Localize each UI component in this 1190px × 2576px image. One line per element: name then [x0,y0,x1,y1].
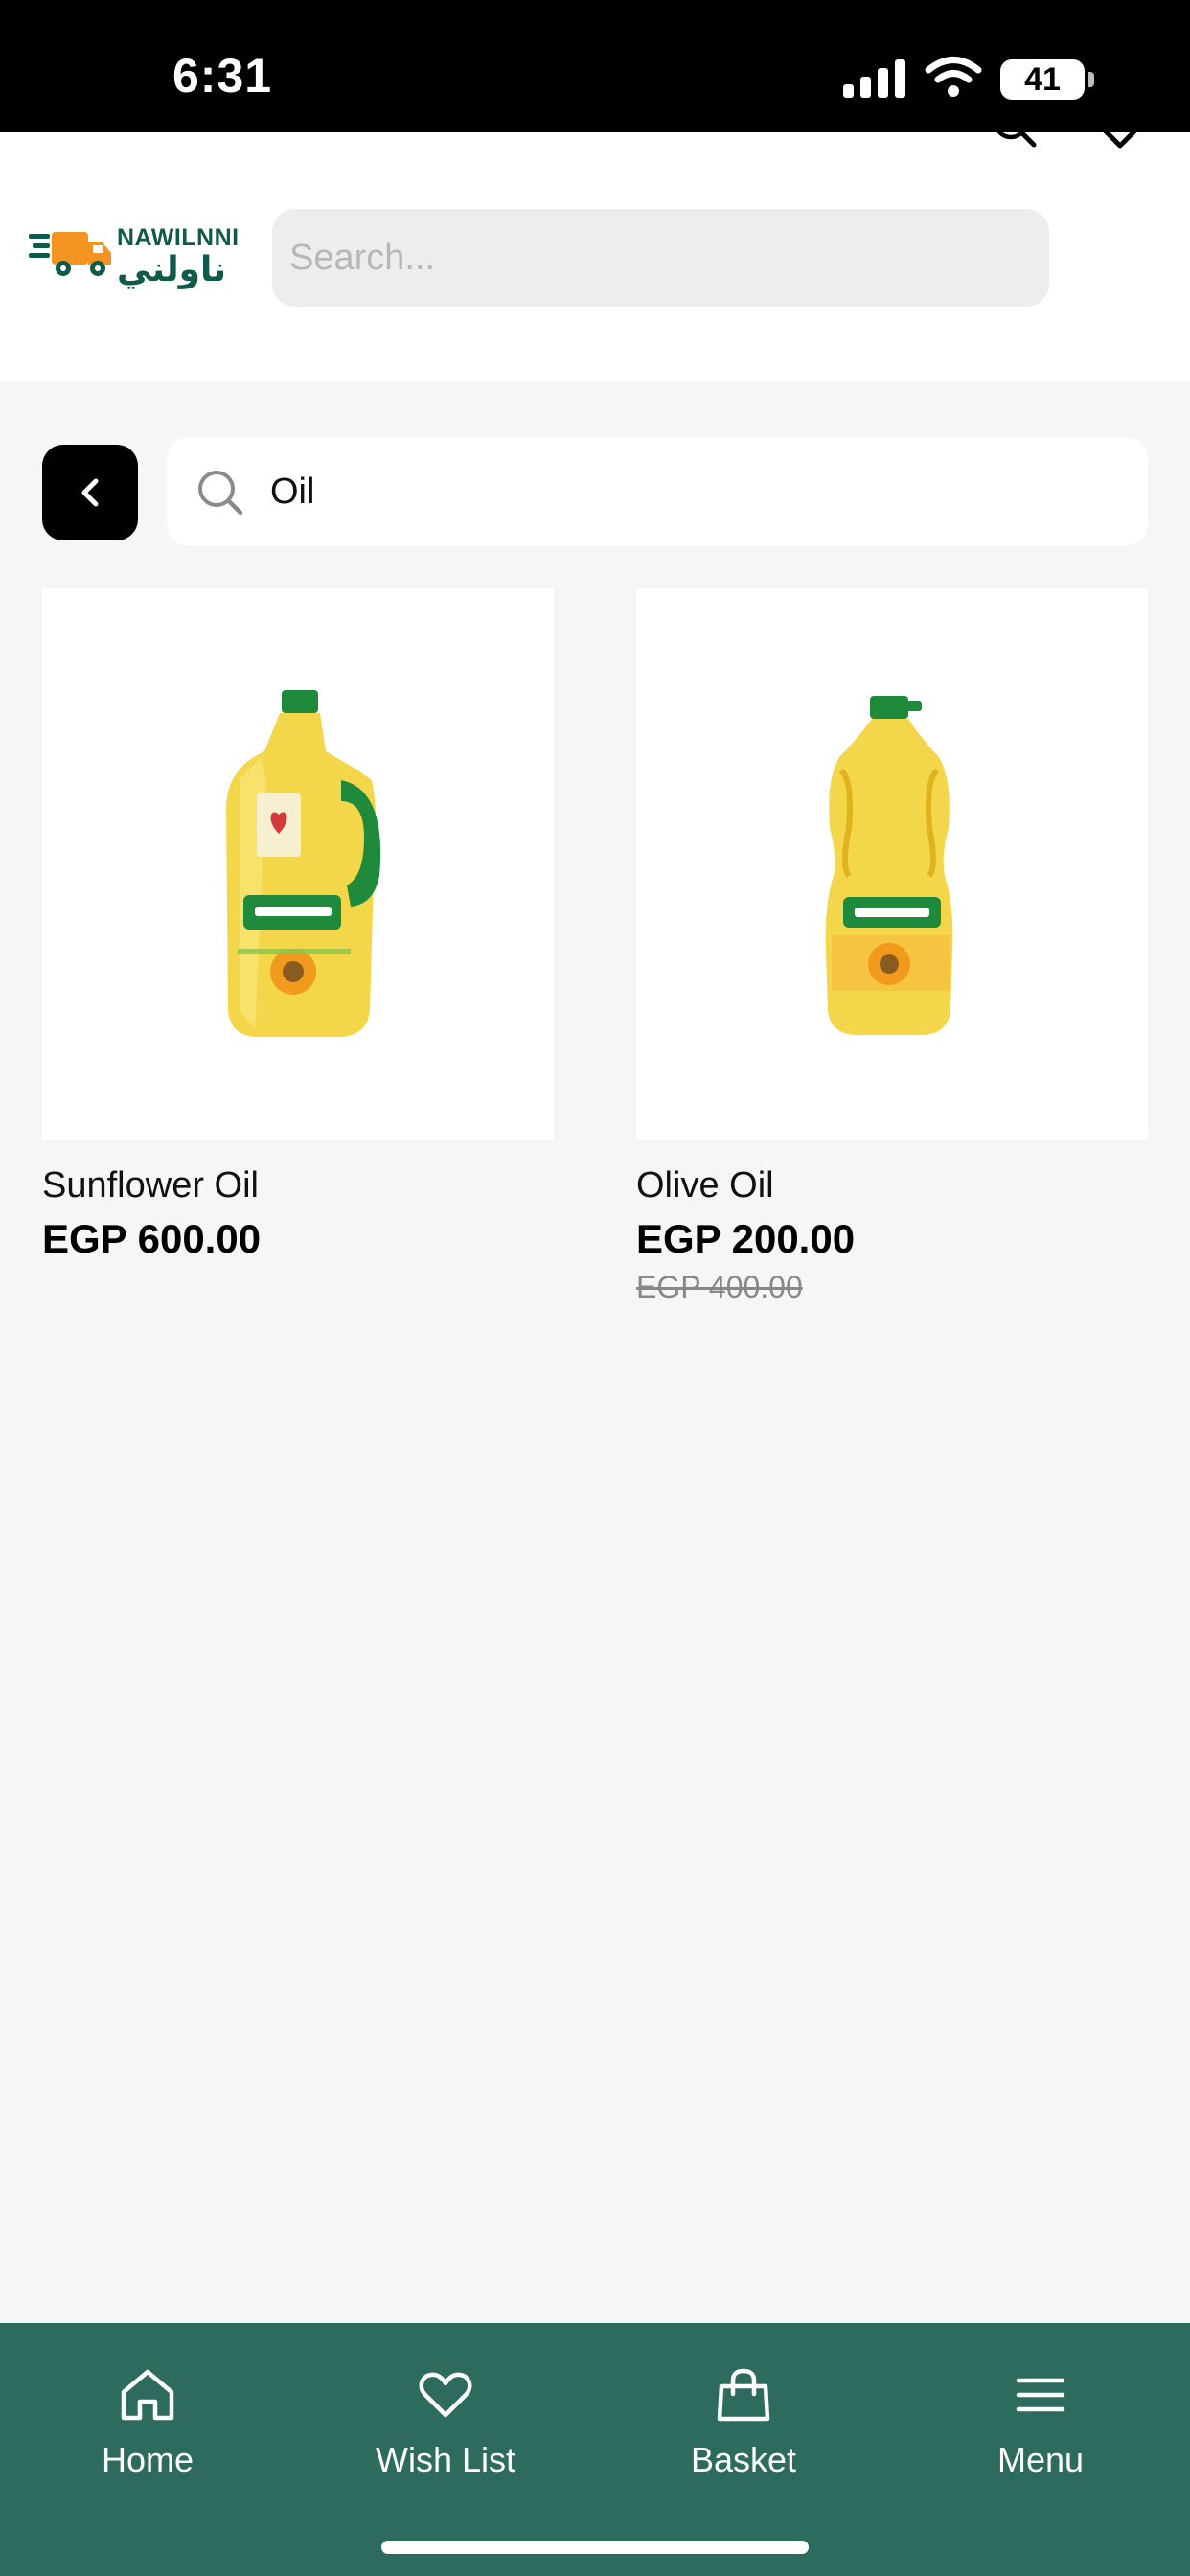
product-image[interactable] [636,588,1148,1140]
product-card[interactable]: Olive Oil EGP 200.00 EGP 400.00 [636,588,1148,1305]
product-old-price: EGP 400.00 [636,1270,803,1304]
product-price: EGP 200.00 [636,1216,856,1261]
home-indicator[interactable] [381,2541,809,2554]
wifi-icon [925,57,982,97]
nav-wish-list[interactable]: Wish List [331,2367,561,2480]
logo-text-ar: ناولني [117,249,227,288]
basket-icon [717,2368,770,2422]
product-name[interactable]: Sunflower Oil [42,1165,554,1207]
oil-bottle-image [825,696,953,1035]
app-header: NAWILNNI ناولني [0,132,1190,381]
status-time: 6:31 [172,49,273,103]
bottom-nav: Home Wish List Basket Menu [0,2323,1190,2576]
header-search-bar[interactable] [272,209,1049,307]
nawilnni-logo[interactable]: NAWILNNI ناولني [29,217,249,293]
logo-text-en: NAWILNNI [117,224,240,251]
battery-icon: 41 [1000,59,1085,100]
search-icon [198,471,243,516]
back-chevron-icon [81,478,99,507]
truck-icon [29,232,111,276]
results-search-input[interactable] [270,462,1113,521]
signal-icon [843,59,905,98]
product-name[interactable]: Olive Oil [636,1165,1148,1207]
wishlist-heart-icon[interactable] [1092,100,1148,150]
menu-icon [1016,2378,1065,2412]
nav-home[interactable]: Home [33,2367,263,2480]
nav-label: Basket [690,2440,797,2479]
nav-menu[interactable]: Menu [926,2367,1156,2480]
product-image[interactable] [42,588,554,1140]
nav-label: Wish List [375,2440,516,2479]
nav-label: Home [101,2440,195,2479]
nav-label: Menu [996,2440,1085,2479]
product-card[interactable]: Sunflower Oil EGP 600.00 [42,588,554,1262]
battery-tip [1088,72,1094,87]
back-button[interactable] [42,445,138,540]
nav-basket[interactable]: Basket [629,2367,858,2480]
battery-level: 41 [1024,61,1061,98]
oil-bottle-image [226,690,381,1037]
product-price: EGP 600.00 [42,1216,262,1261]
search-icon[interactable] [991,102,1039,150]
header-search-input[interactable] [289,228,941,288]
home-icon [121,2369,174,2421]
heart-icon [419,2372,472,2418]
results-search-bar[interactable] [167,437,1148,546]
